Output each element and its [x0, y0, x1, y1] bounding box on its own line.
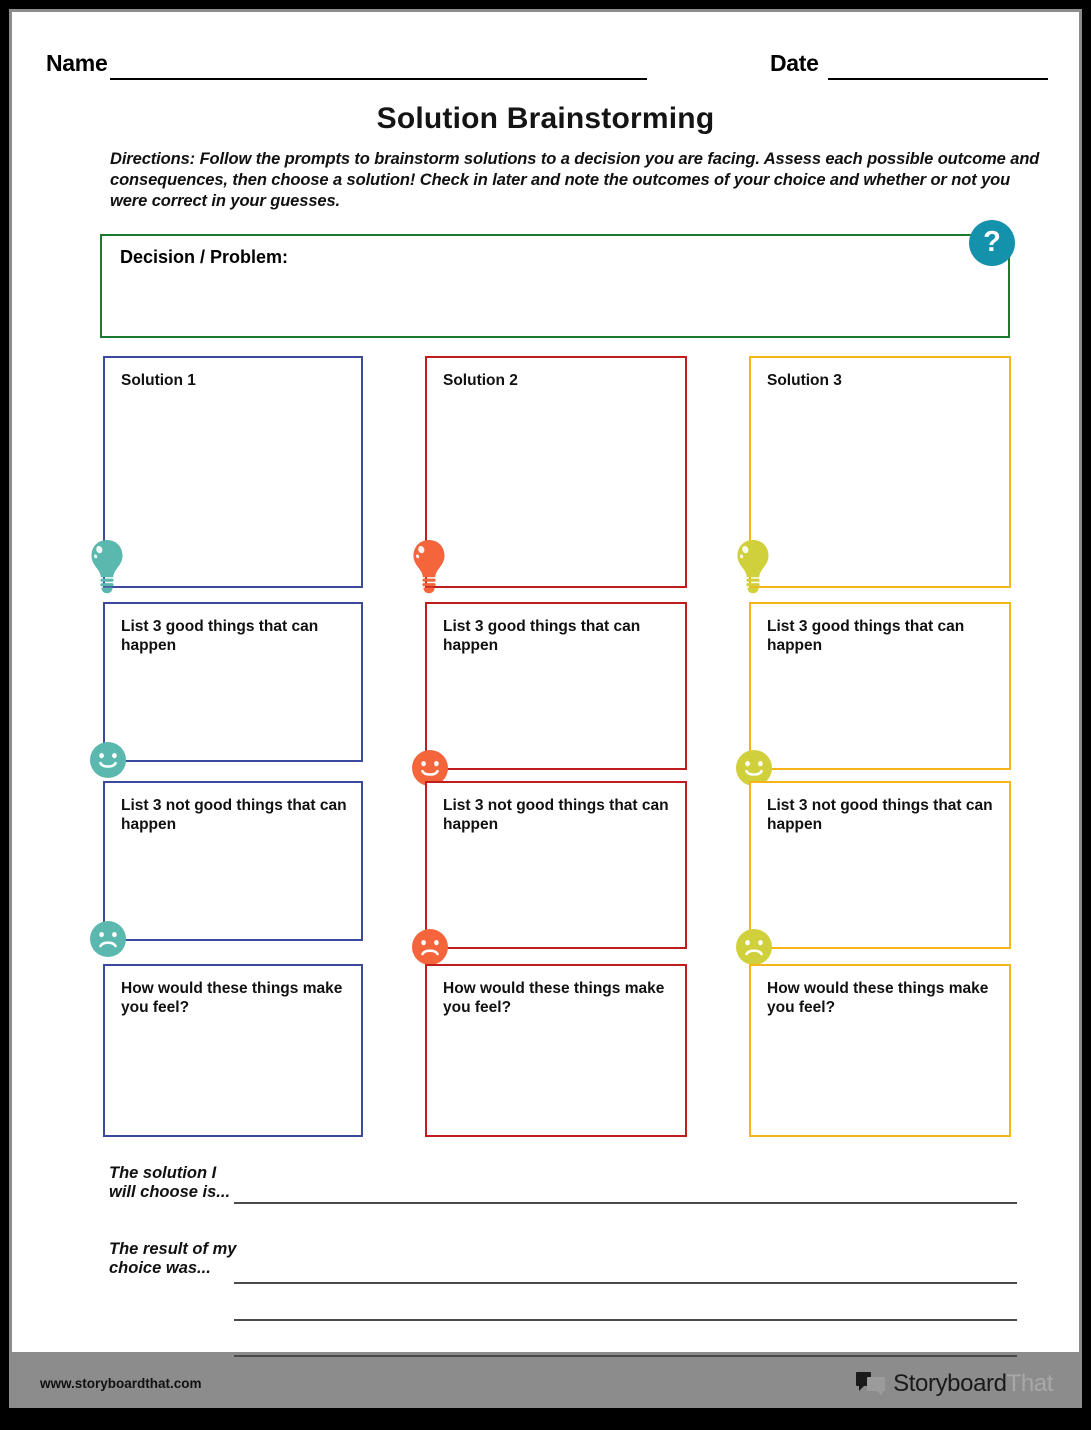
decision-problem-box[interactable]: Decision / Problem:: [100, 234, 1010, 338]
page-title: Solution Brainstorming: [376, 102, 715, 135]
solution-1-cell-3[interactable]: List 3 not good things that can happen: [90, 781, 363, 957]
header-row: Name Date: [12, 50, 1079, 84]
solution-2-cell-2[interactable]: List 3 good things that can happen: [412, 602, 687, 786]
date-label: Date: [770, 50, 819, 76]
cell-title: List 3 not good things that can happen: [443, 797, 669, 833]
name-write-line[interactable]: [110, 78, 647, 80]
cell-title: List 3 not good things that can happen: [767, 797, 993, 833]
cell-title: Solution 3: [767, 372, 842, 389]
result-write-line-1[interactable]: [234, 1282, 1017, 1284]
solution-2-cell-1[interactable]: Solution 2: [413, 356, 687, 594]
solution-2-cell-3[interactable]: List 3 not good things that can happen: [412, 781, 687, 965]
lightbulb-icon: [411, 538, 447, 594]
logo-word-that: That: [1006, 1370, 1054, 1397]
cell-title: How would these things make you feel?: [443, 980, 665, 1016]
solution-1-cell-2[interactable]: List 3 good things that can happen: [90, 602, 363, 778]
date-write-line[interactable]: [828, 78, 1048, 80]
chosen-solution-write-line[interactable]: [234, 1202, 1017, 1204]
cell-title: How would these things make you feel?: [121, 980, 343, 1016]
cell-title: List 3 good things that can happen: [443, 618, 641, 654]
solution-3-cell-2[interactable]: List 3 good things that can happen: [736, 602, 1011, 786]
solution-3-cell-3[interactable]: List 3 not good things that can happen: [736, 781, 1011, 965]
solution-1-cell-4[interactable]: How would these things make you feel?: [103, 964, 363, 1137]
cell-title: List 3 good things that can happen: [121, 618, 319, 654]
result-write-line-2[interactable]: [234, 1319, 1017, 1321]
cell-title: Solution 1: [121, 372, 196, 389]
logo-wordmark: StoryboardThat: [893, 1370, 1053, 1398]
help-icon[interactable]: ?: [969, 220, 1015, 266]
storyboardthat-logo[interactable]: StoryboardThat: [856, 1369, 1053, 1399]
worksheet-page: Name Date Solution Brainstorming Directi…: [12, 12, 1079, 1397]
lightbulb-icon: [89, 538, 125, 594]
chosen-solution-label: The solution I will choose is...: [109, 1164, 231, 1201]
solution-2-cell-4[interactable]: How would these things make you feel?: [425, 964, 687, 1137]
result-write-line-3[interactable]: [234, 1355, 1017, 1357]
footer-url[interactable]: www.storyboardthat.com: [40, 1376, 202, 1391]
cell-title: List 3 good things that can happen: [767, 618, 965, 654]
logo-word-storyboard: Storyboard: [893, 1370, 1007, 1397]
smiley-face-icon: [89, 741, 127, 779]
name-label: Name: [46, 50, 108, 76]
decision-problem-label: Decision / Problem:: [120, 247, 289, 267]
solution-1-cell-1[interactable]: Solution 1: [91, 356, 363, 594]
frowny-face-icon: [89, 920, 127, 958]
frowny-face-icon: [411, 928, 449, 966]
cell-title: How would these things make you feel?: [767, 980, 989, 1016]
frowny-face-icon: [735, 928, 773, 966]
cell-title: Solution 2: [443, 372, 518, 389]
solution-3-cell-4[interactable]: How would these things make you feel?: [749, 964, 1011, 1137]
lightbulb-icon: [735, 538, 771, 594]
directions-text: Directions: Follow the prompts to brains…: [110, 150, 1040, 210]
result-of-choice-label: The result of my choice was...: [109, 1240, 237, 1277]
speech-bubbles-icon: [856, 1372, 886, 1396]
solution-3-cell-1[interactable]: Solution 3: [737, 356, 1011, 594]
page-frame: Name Date Solution Brainstorming Directi…: [0, 0, 1091, 1430]
cell-title: List 3 not good things that can happen: [121, 797, 347, 833]
